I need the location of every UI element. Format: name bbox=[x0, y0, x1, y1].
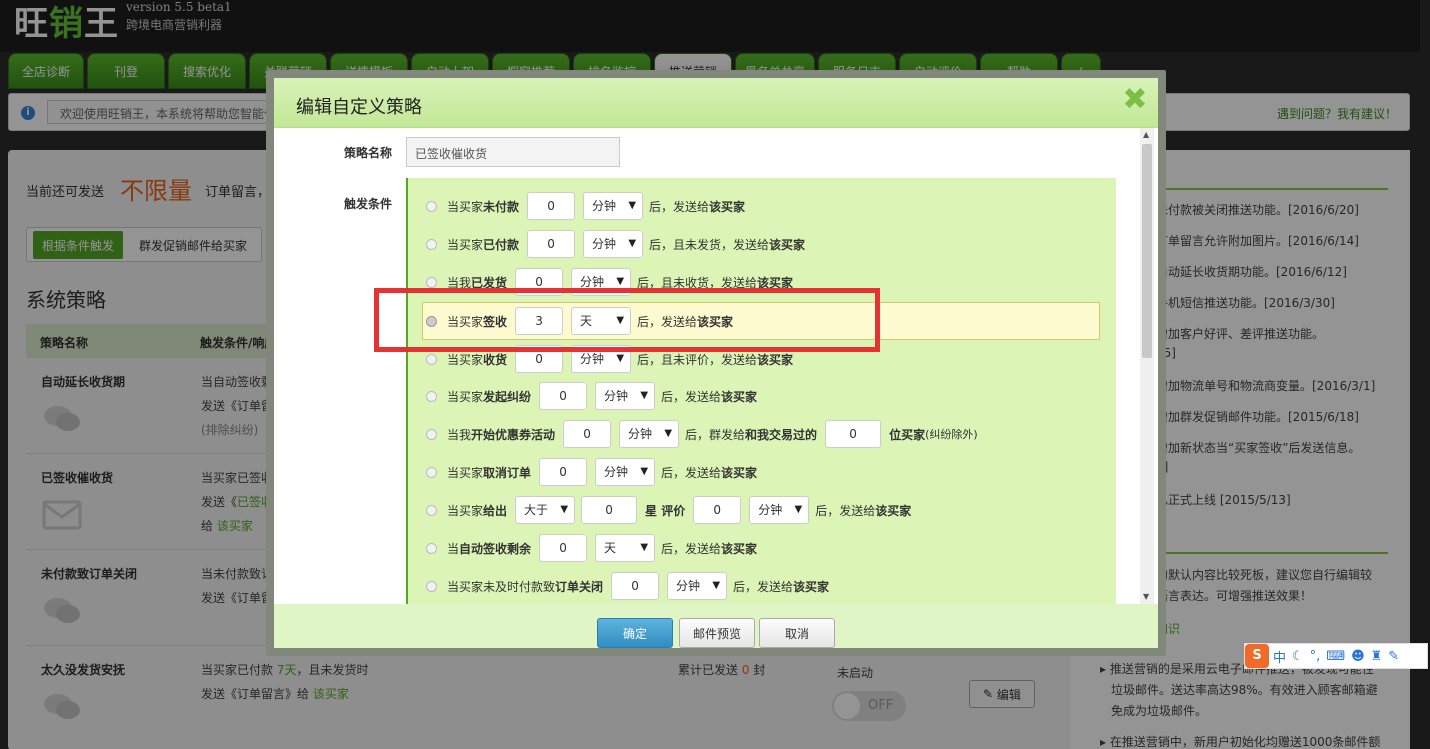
condition-radio[interactable] bbox=[426, 276, 437, 288]
condition-radio[interactable] bbox=[426, 390, 437, 402]
condition-row: 当买家 未付款 0 分钟 ▼ 后，发送给 该买家 bbox=[426, 191, 745, 221]
unit-select[interactable]: 天 ▼ bbox=[595, 534, 656, 562]
email-preview-button[interactable]: 邮件预览 bbox=[679, 618, 755, 648]
dropdown-arrow-icon: ▼ bbox=[712, 580, 721, 591]
condition-row: 当买家 取消订单 0 分钟 ▼ 后，发送给 该买家 bbox=[426, 457, 757, 487]
condition-radio[interactable] bbox=[426, 353, 437, 365]
unit-select[interactable]: 分钟 ▼ bbox=[595, 458, 656, 486]
condition-radio[interactable] bbox=[426, 504, 437, 516]
confirm-button[interactable]: 确定 bbox=[597, 618, 673, 648]
condition-radio[interactable] bbox=[426, 428, 437, 440]
scroll-thumb[interactable] bbox=[1142, 144, 1152, 358]
user-icon[interactable]: ☻ bbox=[1351, 649, 1365, 664]
dialog-inner: 编辑自定义策略 ✖ 策略名称 已签收催收货 触发条件 当买家 未付款 0 分钟 ▼ … bbox=[274, 78, 1158, 648]
number-input[interactable]: 0 bbox=[539, 534, 588, 562]
condition-row: 当买家未及时付款致 订单关闭 0 分钟 ▼ 后，发送给 该买家 bbox=[426, 571, 829, 601]
punct-icon[interactable]: °, bbox=[1310, 649, 1321, 664]
dialog-scrollbar[interactable]: ▲ ▼ bbox=[1140, 128, 1154, 604]
red-highlight-box bbox=[374, 288, 880, 352]
condition-radio[interactable] bbox=[426, 200, 437, 212]
keyboard-icon[interactable]: ⌨ bbox=[1326, 649, 1345, 664]
condition-row: 当自动签收剩余 0 天 ▼ 后，发送给 该买家 bbox=[426, 533, 757, 563]
shirt-icon[interactable]: ♜ bbox=[1371, 649, 1383, 664]
condition-row: 当买家 已付款 0 分钟 ▼ 后，且未发货，发送给 该买家 bbox=[426, 229, 805, 259]
condition-radio[interactable] bbox=[426, 542, 437, 554]
ime-lang[interactable]: 中 bbox=[1273, 647, 1286, 666]
condition-row: 当买家 给出 大于 ▼ 0 星 评价 0 分钟 ▼ 后，发送给 该买家 bbox=[426, 495, 911, 525]
scroll-down-icon[interactable]: ▼ bbox=[1143, 592, 1149, 601]
close-icon[interactable]: ✖ bbox=[1122, 85, 1148, 115]
number-input[interactable]: 0 bbox=[825, 420, 882, 448]
number-input[interactable]: 0 bbox=[611, 572, 660, 600]
strategy-name-label: 策略名称 bbox=[344, 146, 393, 160]
dropdown-arrow-icon: ▼ bbox=[640, 466, 649, 477]
moon-icon[interactable]: ☾ bbox=[1292, 649, 1304, 664]
unit-select[interactable]: 分钟 ▼ bbox=[595, 382, 656, 410]
number-input[interactable]: 0 bbox=[563, 420, 612, 448]
compare-select[interactable]: 大于 ▼ bbox=[515, 496, 576, 524]
unit-select[interactable]: 分钟 ▼ bbox=[583, 230, 644, 258]
strategy-name-input[interactable]: 已签收催收货 bbox=[406, 137, 620, 167]
dialog-title: 编辑自定义策略 bbox=[296, 97, 422, 118]
dropdown-arrow-icon: ▼ bbox=[628, 238, 637, 249]
unit-select[interactable]: 分钟 ▼ bbox=[619, 420, 680, 448]
trigger-label: 触发条件 bbox=[344, 197, 393, 211]
dropdown-arrow-icon: ▼ bbox=[640, 390, 649, 401]
dialog-body: 策略名称 已签收催收货 触发条件 当买家 未付款 0 分钟 ▼ 后，发送给 该买家 当… bbox=[274, 128, 1140, 604]
scroll-up-icon[interactable]: ▲ bbox=[1143, 130, 1149, 139]
number-input[interactable]: 0 bbox=[539, 382, 588, 410]
condition-row: 当买家 发起纠纷 0 分钟 ▼ 后，发送给 该买家 bbox=[426, 381, 757, 411]
wrench-icon[interactable]: ✎ bbox=[1388, 649, 1399, 664]
edit-strategy-dialog: 编辑自定义策略 ✖ 策略名称 已签收催收货 触发条件 当买家 未付款 0 分钟 ▼ … bbox=[266, 70, 1166, 656]
number-input[interactable]: 0 bbox=[527, 230, 576, 258]
condition-row: 当我 开始优惠券活动 0 分钟 ▼ 后，群发给 和我交易过的 0 位买家 (纠纷除外) bbox=[426, 419, 978, 449]
ime-logo-icon[interactable]: S bbox=[1245, 644, 1269, 668]
dropdown-arrow-icon: ▼ bbox=[664, 428, 673, 439]
dropdown-arrow-icon: ▼ bbox=[628, 200, 637, 211]
number-input[interactable]: 0 bbox=[581, 496, 638, 524]
number-input[interactable]: 0 bbox=[693, 496, 742, 524]
number-input[interactable]: 0 bbox=[527, 192, 576, 220]
dropdown-arrow-icon: ▼ bbox=[560, 504, 569, 515]
dialog-header: 编辑自定义策略 ✖ bbox=[274, 78, 1158, 128]
condition-radio[interactable] bbox=[426, 580, 437, 592]
unit-select[interactable]: 分钟 ▼ bbox=[583, 192, 644, 220]
dropdown-arrow-icon: ▼ bbox=[794, 504, 803, 515]
dropdown-arrow-icon: ▼ bbox=[640, 542, 649, 553]
condition-radio[interactable] bbox=[426, 238, 437, 250]
number-input[interactable]: 0 bbox=[539, 458, 588, 486]
condition-radio[interactable] bbox=[426, 466, 437, 478]
unit-select[interactable]: 分钟 ▼ bbox=[667, 572, 728, 600]
conditions-panel: 当买家 未付款 0 分钟 ▼ 后，发送给 该买家 当买家 已付款 0 分钟 ▼ 后，且未发… bbox=[406, 178, 1116, 604]
cancel-button[interactable]: 取消 bbox=[759, 618, 835, 648]
dialog-footer: 确定 邮件预览 取消 bbox=[274, 604, 1158, 648]
ime-toolbar[interactable]: S 中 ☾ °, ⌨ ☻ ♜ ✎ bbox=[1244, 643, 1428, 669]
unit-select[interactable]: 分钟 ▼ bbox=[749, 496, 810, 524]
